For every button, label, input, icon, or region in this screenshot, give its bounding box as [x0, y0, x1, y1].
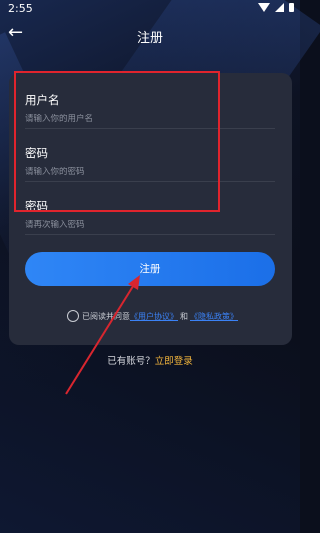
privacy-policy-link[interactable]: 《隐私政策》: [190, 311, 238, 322]
app-header: ← 注册: [0, 20, 300, 52]
page-title: 注册: [136, 31, 163, 46]
agreement-prefix: 已阅读并同意: [82, 311, 130, 321]
register-button[interactable]: 注册: [25, 252, 275, 286]
have-account-text: 已有账号？: [107, 356, 155, 367]
divider: [25, 234, 275, 235]
login-link[interactable]: 立即登录: [155, 356, 193, 367]
user-agreement-link[interactable]: 《用户协议》: [130, 311, 178, 322]
signal-icon: [275, 3, 284, 12]
battery-icon: [289, 3, 294, 12]
login-row: 已有账号？立即登录: [0, 353, 300, 367]
status-bar: 2:55: [0, 0, 300, 18]
status-icons: [258, 3, 294, 12]
highlight-box: [14, 71, 220, 212]
agreement-and: 和: [180, 311, 188, 321]
confirm-password-input[interactable]: [25, 220, 270, 230]
wifi-icon: [258, 3, 270, 12]
agreement-row: 已阅读并同意 《用户协议》 和 《隐私政策》: [67, 310, 238, 322]
agree-checkbox[interactable]: [67, 310, 79, 322]
status-time: 2:55: [8, 2, 33, 15]
